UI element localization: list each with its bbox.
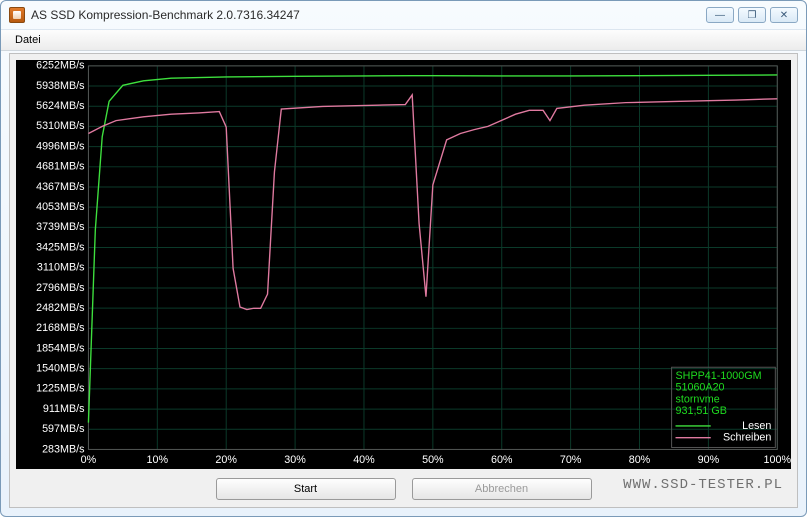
svg-text:4367MB/s: 4367MB/s [36, 181, 84, 193]
window-title: AS SSD Kompression-Benchmark 2.0.7316.34… [31, 8, 706, 22]
svg-text:3110MB/s: 3110MB/s [37, 262, 85, 274]
app-icon [9, 7, 25, 23]
svg-text:1225MB/s: 1225MB/s [36, 383, 84, 395]
svg-text:60%: 60% [491, 454, 513, 466]
svg-text:4996MB/s: 4996MB/s [36, 140, 84, 152]
svg-text:0%: 0% [81, 454, 97, 466]
svg-text:4053MB/s: 4053MB/s [36, 201, 84, 213]
svg-text:597MB/s: 597MB/s [42, 423, 84, 435]
svg-text:30%: 30% [284, 454, 306, 466]
svg-text:6252MB/s: 6252MB/s [36, 60, 84, 72]
svg-text:20%: 20% [215, 454, 237, 466]
client-area: 6252MB/s 5938MB/s 5624MB/s 5310MB/s 4996MB/s… [9, 53, 798, 508]
svg-text:70%: 70% [560, 454, 582, 466]
svg-text:Schreiben: Schreiben [723, 432, 771, 444]
start-button[interactable]: Start [216, 478, 396, 500]
svg-text:90%: 90% [698, 454, 720, 466]
svg-text:5938MB/s: 5938MB/s [36, 80, 84, 92]
svg-text:2482MB/s: 2482MB/s [36, 302, 84, 314]
svg-text:5310MB/s: 5310MB/s [36, 120, 84, 132]
minimize-button[interactable]: — [706, 7, 734, 23]
svg-text:911MB/s: 911MB/s [43, 403, 85, 415]
svg-text:2168MB/s: 2168MB/s [36, 322, 84, 334]
chart-svg: 6252MB/s 5938MB/s 5624MB/s 5310MB/s 4996MB/s… [16, 60, 791, 469]
svg-text:3425MB/s: 3425MB/s [36, 241, 84, 253]
svg-text:40%: 40% [353, 454, 375, 466]
svg-text:stornvme: stornvme [676, 393, 720, 405]
svg-text:Lesen: Lesen [742, 420, 771, 432]
titlebar[interactable]: AS SSD Kompression-Benchmark 2.0.7316.34… [1, 1, 806, 29]
svg-text:80%: 80% [629, 454, 651, 466]
app-window: AS SSD Kompression-Benchmark 2.0.7316.34… [0, 0, 807, 517]
close-button[interactable]: ✕ [770, 7, 798, 23]
svg-text:931,51 GB: 931,51 GB [676, 405, 727, 417]
svg-text:2796MB/s: 2796MB/s [36, 282, 84, 294]
svg-text:100%: 100% [764, 454, 791, 466]
svg-text:51060A20: 51060A20 [676, 382, 725, 394]
chart-container: 6252MB/s 5938MB/s 5624MB/s 5310MB/s 4996MB/s… [16, 60, 791, 469]
menu-datei[interactable]: Datei [7, 32, 49, 48]
svg-text:50%: 50% [422, 454, 444, 466]
abort-button[interactable]: Abbrechen [412, 478, 592, 500]
svg-text:SHPP41-1000GM: SHPP41-1000GM [676, 370, 762, 382]
svg-text:3739MB/s: 3739MB/s [36, 221, 84, 233]
svg-text:283MB/s: 283MB/s [42, 443, 84, 455]
svg-text:1540MB/s: 1540MB/s [36, 363, 84, 375]
svg-text:1854MB/s: 1854MB/s [36, 342, 84, 354]
watermark: www.ssd-tester.pl [623, 477, 783, 493]
svg-text:4681MB/s: 4681MB/s [36, 161, 84, 173]
menubar: Datei [1, 29, 806, 51]
svg-text:5624MB/s: 5624MB/s [36, 100, 84, 112]
maximize-button[interactable]: ❐ [738, 7, 766, 23]
svg-text:10%: 10% [147, 454, 169, 466]
window-controls: — ❐ ✕ [706, 7, 802, 23]
